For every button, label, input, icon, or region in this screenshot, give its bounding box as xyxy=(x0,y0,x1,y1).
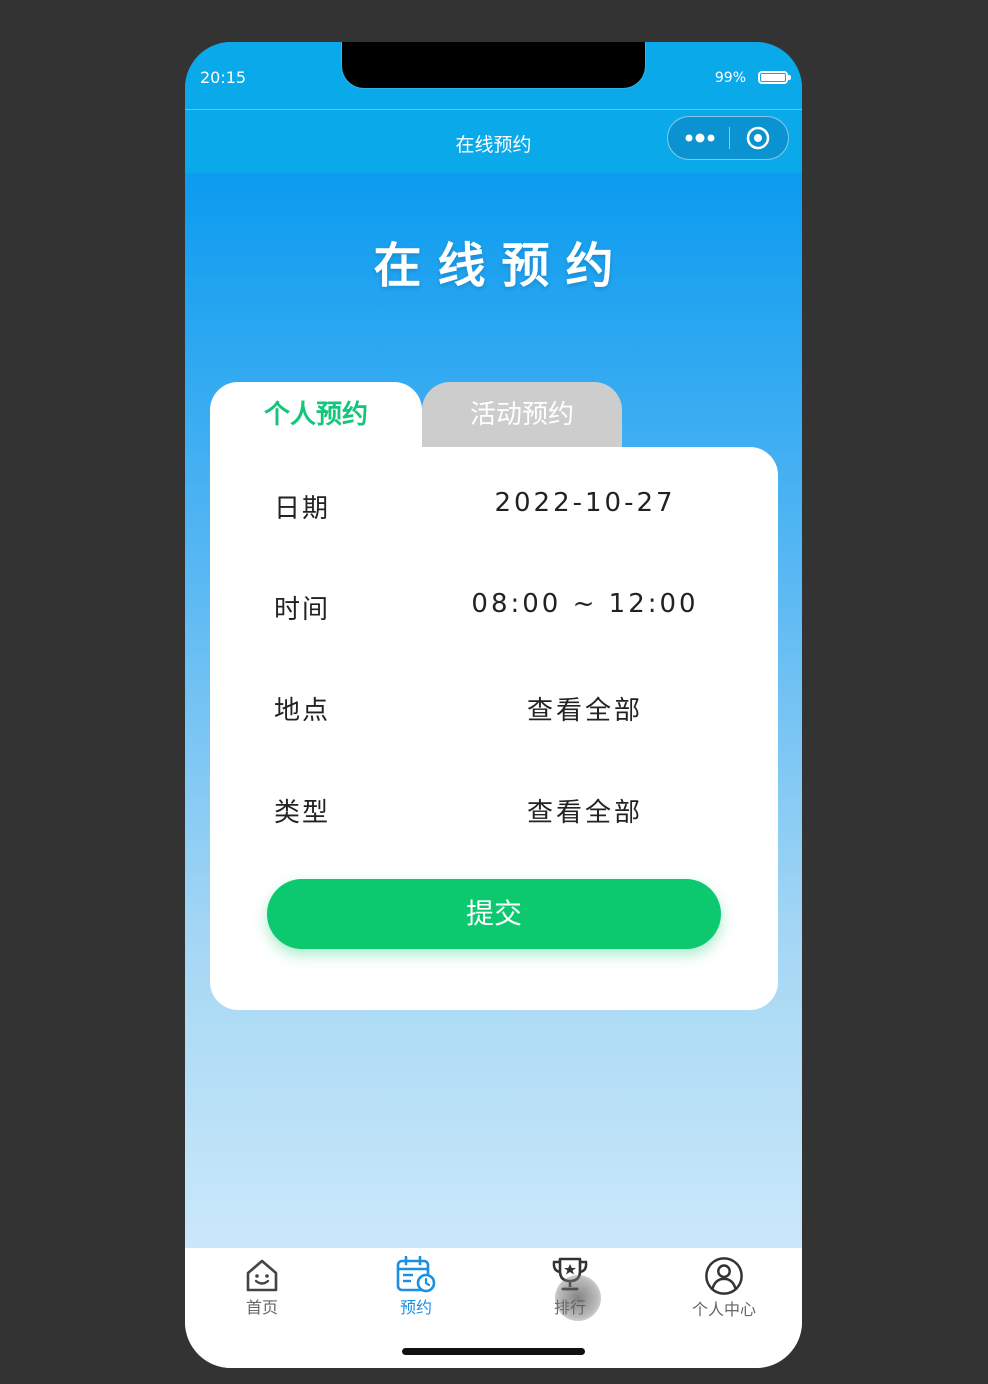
user-icon xyxy=(705,1257,743,1295)
date-row[interactable]: 日期 2022-10-27 xyxy=(210,474,778,534)
location-picker[interactable]: 查看全部 xyxy=(440,690,730,727)
tabbar-item-home[interactable]: 首页 xyxy=(185,1256,339,1318)
tabbar-label-home: 首页 xyxy=(245,1298,278,1317)
type-label: 类型 xyxy=(274,798,331,828)
home-icon xyxy=(246,1259,278,1292)
tabbar-label-profile: 个人中心 xyxy=(691,1300,756,1319)
more-icon[interactable] xyxy=(684,129,716,147)
type-row[interactable]: 类型 查看全部 xyxy=(210,778,778,838)
date-picker[interactable]: 2022-10-27 xyxy=(440,488,730,518)
tabbar-item-booking[interactable]: 预约 xyxy=(339,1256,493,1318)
type-picker[interactable]: 查看全部 xyxy=(440,792,730,829)
submit-button[interactable]: 提交 xyxy=(267,879,721,949)
battery-percent: 99% xyxy=(714,70,746,86)
tabbar-item-profile[interactable]: 个人中心 xyxy=(647,1256,801,1320)
time-picker[interactable]: 08:00 ~ 12:00 xyxy=(440,589,730,619)
location-label: 地点 xyxy=(274,696,331,726)
tab-event-booking[interactable]: 活动预约 xyxy=(422,382,622,450)
battery-icon xyxy=(758,71,791,84)
calendar-clock-icon xyxy=(396,1256,436,1293)
hero-title: 在线预约 xyxy=(373,238,630,294)
mini-program-capsule xyxy=(667,116,789,160)
tab-personal-booking[interactable]: 个人预约 xyxy=(210,382,422,450)
phone-frame: 20:15 99% 在线预约 在线预约 个人预约 活动预约 日期 2022-10… xyxy=(185,42,802,1368)
touch-indicator xyxy=(555,1275,601,1321)
tabbar-label-booking: 预约 xyxy=(399,1298,432,1317)
date-label: 日期 xyxy=(274,494,331,524)
time-row[interactable]: 时间 08:00 ~ 12:00 xyxy=(210,575,778,635)
close-miniprogram-icon[interactable] xyxy=(746,126,770,150)
nav-bar: 在线预约 xyxy=(185,109,802,173)
home-indicator[interactable] xyxy=(402,1348,585,1355)
capsule-divider xyxy=(729,127,730,149)
notch xyxy=(342,42,645,88)
booking-form-card: 日期 2022-10-27 时间 08:00 ~ 12:00 地点 查看全部 类… xyxy=(210,447,778,1010)
time-label: 时间 xyxy=(274,595,331,625)
location-row[interactable]: 地点 查看全部 xyxy=(210,676,778,736)
status-time: 20:15 xyxy=(200,68,247,87)
